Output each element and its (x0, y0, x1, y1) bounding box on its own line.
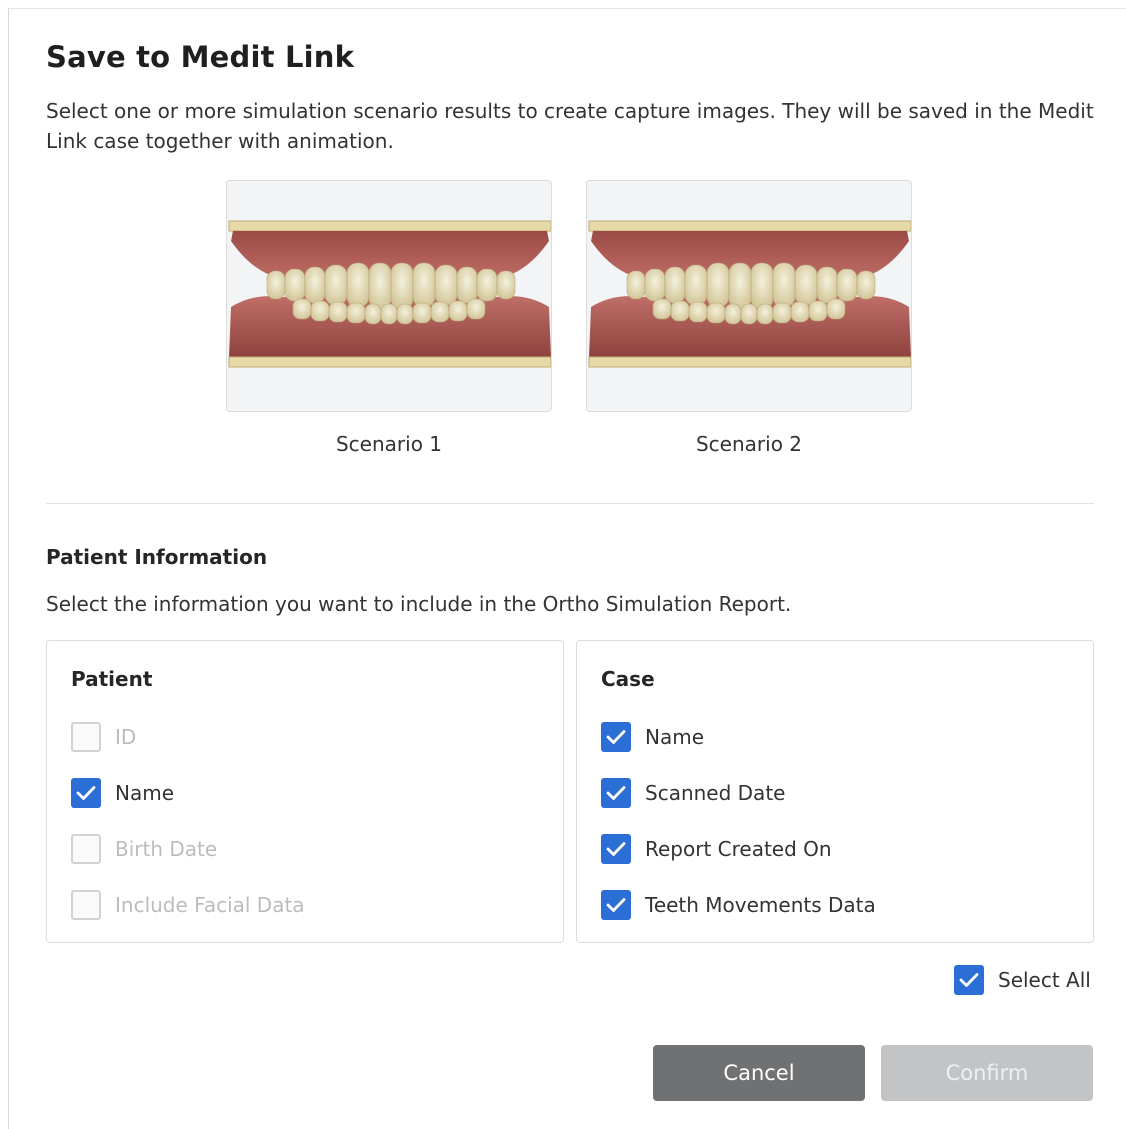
checkbox-checked-icon[interactable] (954, 965, 984, 995)
cancel-button[interactable]: Cancel (653, 1045, 865, 1101)
scanned-date-label: Scanned Date (645, 781, 786, 805)
section-divider (46, 503, 1094, 504)
teeth-movements-data-option[interactable]: Teeth Movements Data (601, 889, 876, 921)
dental-model-image (228, 220, 551, 368)
scenario-1-thumbnail[interactable] (226, 180, 552, 412)
select-all-label: Select All (998, 968, 1091, 992)
teeth-movements-data-label: Teeth Movements Data (645, 893, 876, 917)
case-panel-title: Case (601, 667, 655, 691)
scenario-2-thumbnail[interactable] (586, 180, 912, 412)
checkbox-icon (71, 722, 101, 752)
scanned-date-option[interactable]: Scanned Date (601, 777, 785, 809)
include-facial-data-label: Include Facial Data (115, 893, 305, 917)
dialog-title: Save to Medit Link (46, 40, 355, 74)
select-all-option[interactable]: Select All (954, 964, 1091, 996)
patient-information-title: Patient Information (46, 545, 268, 569)
dialog-description: Select one or more simulation scenario r… (46, 99, 1094, 153)
checkbox-checked-icon[interactable] (601, 890, 631, 920)
checkbox-icon (71, 890, 101, 920)
include-facial-data-option: Include Facial Data (71, 889, 305, 921)
report-created-on-label: Report Created On (645, 837, 832, 861)
patient-id-label: ID (115, 725, 137, 749)
patient-panel: Patient ID Name Birth Date Include Facia… (46, 640, 564, 943)
checkbox-icon (71, 834, 101, 864)
confirm-button[interactable]: Confirm (881, 1045, 1093, 1101)
checkbox-checked-icon[interactable] (601, 722, 631, 752)
patient-name-option[interactable]: Name (71, 777, 174, 809)
patient-panel-title: Patient (71, 667, 153, 691)
patient-birth-date-option: Birth Date (71, 833, 217, 865)
patient-id-option: ID (71, 721, 136, 753)
dental-model-image (588, 220, 911, 368)
patient-birth-date-label: Birth Date (115, 837, 218, 861)
report-created-on-option[interactable]: Report Created On (601, 833, 832, 865)
checkbox-checked-icon[interactable] (601, 834, 631, 864)
checkbox-checked-icon[interactable] (601, 778, 631, 808)
case-name-option[interactable]: Name (601, 721, 704, 753)
checkbox-checked-icon[interactable] (71, 778, 101, 808)
patient-name-label: Name (115, 781, 175, 805)
scenario-2-label: Scenario 2 (695, 432, 803, 456)
case-name-label: Name (645, 725, 705, 749)
patient-information-description: Select the information you want to inclu… (46, 592, 792, 616)
case-panel: Case Name Scanned Date Report Created On… (576, 640, 1094, 943)
scenario-1-label: Scenario 1 (335, 432, 443, 456)
